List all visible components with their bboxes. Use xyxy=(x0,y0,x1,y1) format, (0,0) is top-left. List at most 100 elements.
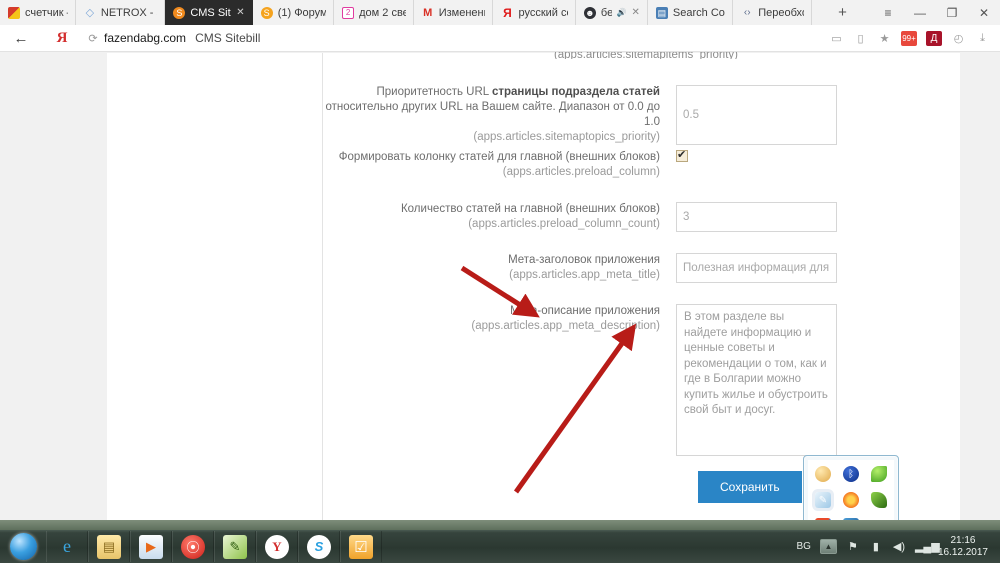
clipped-field-code: (apps.articles.sitemapitems_priority) xyxy=(553,52,738,59)
browser-menu-button[interactable]: ≡ xyxy=(872,0,904,25)
tray-icon-notepad-selected[interactable]: ✎ xyxy=(815,492,831,508)
back-icon[interactable]: ← xyxy=(0,30,42,47)
form-row-app-meta-description: Мета-описание приложения (apps.articles.… xyxy=(323,304,837,456)
system-tray-overflow-popup[interactable]: ᛒ ✎ @ Настроить... xyxy=(803,455,899,530)
taskbar-red-circle-app[interactable]: ⦿ xyxy=(172,531,214,562)
form-row-sitemaptopics-priority: Приоритетность URL страницы подраздела с… xyxy=(323,85,837,145)
pereobhod-favicon-icon: ‹› xyxy=(743,6,751,18)
browser-tab-4[interactable]: 2 дом 2 свеж xyxy=(334,0,414,25)
app-meta-title-input[interactable] xyxy=(676,253,837,283)
yandex-favicon-icon: Я xyxy=(503,5,512,20)
label-text: Количество статей на главной (внешних бл… xyxy=(400,203,660,215)
show-hidden-icons-button[interactable]: ▲ xyxy=(819,539,837,554)
taskbar-notepad-app[interactable]: ✎ xyxy=(214,531,256,562)
address-bar-actions: ▭ ▯ ★ 99+ Д ◴ ⤓ xyxy=(829,30,1000,46)
label-bold: страницы подраздела статей xyxy=(491,86,660,98)
label-lead: Приоритетность URL xyxy=(376,86,492,98)
counter-favicon-icon xyxy=(8,6,20,19)
tray-icon-green-dragon[interactable] xyxy=(871,492,887,508)
field-label: Количество статей на главной (внешних бл… xyxy=(323,202,676,232)
page-viewport: (apps.articles.sitemapitems_priority) Пр… xyxy=(0,52,1000,530)
extension-clock-icon[interactable]: ◴ xyxy=(951,31,966,46)
app-meta-description-textarea[interactable]: В этом разделе вы найдете информацию и ц… xyxy=(676,304,837,456)
form-row-app-meta-title: Мета-заголовок приложения (apps.articles… xyxy=(323,253,837,283)
comment-icon[interactable]: ▭ xyxy=(829,31,844,46)
browser-tab-5[interactable]: M Изменение xyxy=(413,0,494,25)
tab-label: русский сер xyxy=(518,6,567,19)
network-signal-icon[interactable]: ▂▄▆ xyxy=(915,540,940,553)
language-indicator[interactable]: BG xyxy=(796,541,810,552)
browser-tab-7[interactable]: ☻ бессъ 🔊 ✕ xyxy=(575,0,648,25)
extension-dictionary-icon[interactable]: Д xyxy=(926,30,942,46)
skype-icon: S xyxy=(307,534,331,559)
yandex-logo-icon[interactable]: Я xyxy=(42,30,82,47)
tab-close-icon[interactable]: ✕ xyxy=(236,7,244,18)
form-row-preload-column: Формировать колонку статей для главной (… xyxy=(323,148,688,180)
field-code: (apps.articles.app_meta_title) xyxy=(509,269,660,281)
tray-icon-bluetooth[interactable]: ᛒ xyxy=(843,466,859,482)
tray-icon-yellow-disc[interactable] xyxy=(815,466,831,482)
taskbar-clock[interactable]: 21:16 16.12.2017 xyxy=(938,535,988,559)
media-player-icon: ▶ xyxy=(139,534,163,559)
downloads-icon[interactable]: ⤓ xyxy=(975,31,990,46)
browser-tab-9[interactable]: ‹› Переобход xyxy=(733,0,812,25)
dom2-favicon-icon: 2 xyxy=(342,6,355,19)
tab-label: бессъ xyxy=(600,6,612,19)
url-display[interactable]: fazendabg.com CMS Sitebill xyxy=(104,31,260,45)
sitebill-favicon-icon: S xyxy=(173,6,186,19)
clock-date: 16.12.2017 xyxy=(937,546,988,558)
tab-close-icon[interactable]: ✕ xyxy=(632,7,640,18)
field-label: Приоритетность URL страницы подраздела с… xyxy=(323,85,676,145)
reload-icon[interactable]: ⟳ xyxy=(82,32,104,45)
label-text: Мета-описание приложения xyxy=(510,305,660,317)
preload-column-checkbox[interactable] xyxy=(676,148,688,162)
action-center-flag-icon[interactable]: ⚑ xyxy=(846,540,860,553)
taskbar-checklist-app[interactable]: ☑ xyxy=(340,531,382,562)
browser-tab-6[interactable]: Я русский сер xyxy=(493,0,576,25)
screen: счетчик — ◇ NETROX - За S CMS Siteb ✕ S … xyxy=(0,0,1000,563)
extension-notifications-icon[interactable]: 99+ xyxy=(901,30,917,46)
label-tail: относительно других URL на Вашем сайте. … xyxy=(325,101,661,128)
browser-tab-8[interactable]: ▤ Search Cons xyxy=(647,0,734,25)
tab-label: NETROX - За xyxy=(100,6,157,19)
label-text: Мета-заголовок приложения xyxy=(508,254,660,266)
red-circle-app-icon: ⦿ xyxy=(181,534,205,559)
tray-icon-orange-flower[interactable] xyxy=(843,492,859,508)
minimize-button[interactable]: — xyxy=(904,0,936,25)
new-tab-button[interactable]: + xyxy=(812,0,872,25)
notepad-pencil-icon: ✎ xyxy=(223,534,247,559)
browser-tab-2-active[interactable]: S CMS Siteb ✕ xyxy=(165,0,253,25)
bookmark-star-icon[interactable]: ★ xyxy=(877,31,892,46)
battery-icon[interactable]: ▮ xyxy=(869,540,883,553)
taskbar-media-player[interactable]: ▶ xyxy=(130,531,172,562)
tab-audio-icon[interactable]: 🔊 xyxy=(617,8,627,17)
field-code: (apps.articles.app_meta_description) xyxy=(471,320,660,332)
taskbar-skype[interactable]: S xyxy=(298,531,340,562)
taskbar-internet-explorer[interactable]: e xyxy=(46,531,88,562)
window-controls: ≡ — ❐ ✕ xyxy=(872,0,1000,25)
browser-tab-1[interactable]: ◇ NETROX - За xyxy=(75,0,166,25)
taskbar-file-explorer[interactable]: ▤ xyxy=(88,531,130,562)
tab-label: дом 2 свеж xyxy=(359,6,406,19)
field-label: Мета-описание приложения (apps.articles.… xyxy=(323,304,676,456)
tray-icon-green-leaf[interactable] xyxy=(871,466,887,482)
restore-button[interactable]: ❐ xyxy=(936,0,968,25)
field-label: Мета-заголовок приложения (apps.articles… xyxy=(323,253,676,283)
save-button[interactable]: Сохранить xyxy=(698,471,802,503)
preload-column-count-input[interactable] xyxy=(676,202,837,232)
close-window-button[interactable]: ✕ xyxy=(968,0,1000,25)
sitemaptopics-priority-input[interactable] xyxy=(676,85,837,145)
volume-icon[interactable]: ◀) xyxy=(892,540,906,553)
desktop-background xyxy=(0,520,1000,530)
start-button[interactable] xyxy=(0,531,46,562)
checklist-icon: ☑ xyxy=(349,534,373,559)
tab-label: Изменение xyxy=(438,6,486,19)
field-code: (apps.articles.preload_column_count) xyxy=(468,218,660,230)
browser-tab-0[interactable]: счетчик — xyxy=(0,0,76,25)
reader-mode-icon[interactable]: ▯ xyxy=(853,31,868,46)
tab-label: счетчик — xyxy=(25,6,68,19)
tab-label: (1) Форум р xyxy=(277,6,327,19)
taskbar-yandex-browser[interactable]: Y xyxy=(256,531,298,562)
browser-tab-3[interactable]: S (1) Форум р xyxy=(252,0,335,25)
browser-address-bar: ← Я ⟳ fazendabg.com CMS Sitebill ▭ ▯ ★ 9… xyxy=(0,25,1000,52)
